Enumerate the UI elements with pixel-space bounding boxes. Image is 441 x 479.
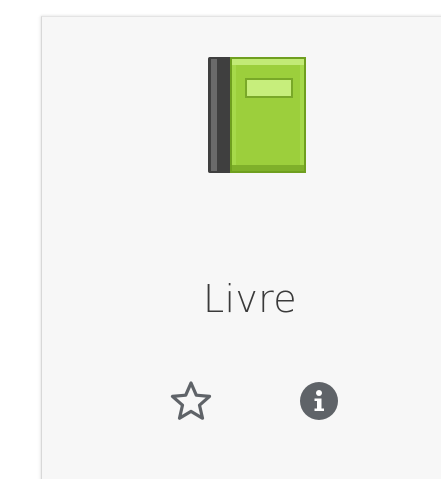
stage: Livre [0, 0, 441, 479]
item-title: Livre [203, 277, 297, 321]
item-card[interactable]: Livre [41, 16, 441, 479]
green-book-icon [208, 57, 306, 173]
star-outline-icon [169, 380, 213, 422]
info-circle-icon [299, 381, 339, 421]
favorite-button[interactable] [167, 377, 215, 425]
info-button[interactable] [295, 377, 343, 425]
